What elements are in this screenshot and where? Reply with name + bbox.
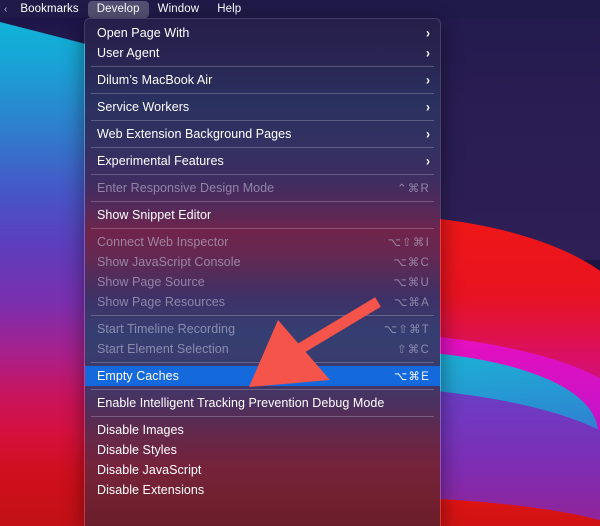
menu-item-open-page-with[interactable]: Open Page With › (85, 23, 440, 43)
menu-item-enable-intelligent-tracking-prevention-debug-mode[interactable]: Enable Intelligent Tracking Prevention D… (85, 393, 440, 413)
menu-item-label: Disable Images (97, 423, 184, 437)
chevron-right-icon: › (426, 44, 430, 62)
develop-dropdown-menu: Open Page With › User Agent › Dilum’s MacBoo… (84, 18, 441, 526)
menu-items-container: Open Page With › User Agent › Dilum’s MacBoo… (85, 19, 440, 500)
menu-separator (91, 174, 434, 175)
menu-item-label: Show Page Resources (97, 295, 226, 309)
chevron-right-icon: › (426, 98, 430, 116)
menubar-item-window[interactable]: Window (149, 1, 209, 18)
menu-item-enter-responsive-design-mode: Enter Responsive Design Mode ⌃⌘R (85, 178, 440, 198)
menu-separator (91, 228, 434, 229)
menu-item-start-timeline-recording: Start Timeline Recording ⌥⇧⌘T (85, 319, 440, 339)
menu-separator (91, 93, 434, 94)
menu-item-disable-images[interactable]: Disable Images (85, 420, 440, 440)
menu-separator (91, 147, 434, 148)
menu-item-label: Empty Caches (97, 369, 179, 383)
menu-item-shortcut: ⌥⌘E (393, 371, 430, 383)
menu-separator (91, 120, 434, 121)
menu-item-label: Show Snippet Editor (97, 208, 212, 222)
menu-item-label: Service Workers (97, 100, 190, 114)
chevron-right-icon: › (426, 152, 430, 170)
menu-item-label: Disable Extensions (97, 483, 205, 497)
menu-item-service-workers[interactable]: Service Workers › (85, 97, 440, 117)
screenshot-root: ‹ Bookmarks Develop Window Help Open Pag… (0, 0, 600, 526)
menu-item-label: Open Page With (97, 26, 190, 40)
wallpaper-left-panel (0, 18, 86, 526)
menu-item-label: Start Element Selection (97, 342, 229, 356)
menu-item-shortcut: ⌥⇧⌘T (383, 324, 430, 336)
menu-item-disable-styles[interactable]: Disable Styles (85, 440, 440, 460)
menu-separator (91, 66, 434, 67)
menu-item-label: Dilum’s MacBook Air (97, 73, 213, 87)
menu-item-empty-caches[interactable]: Empty Caches ⌥⌘E (85, 366, 440, 386)
menu-item-shortcut: ⌥⌘C (393, 257, 430, 269)
menu-item-label: Enter Responsive Design Mode (97, 181, 275, 195)
menu-item-label: User Agent (97, 46, 160, 60)
menu-item-label: Show JavaScript Console (97, 255, 241, 269)
menu-item-shortcut: ⌥⌘A (393, 297, 430, 309)
menu-separator (91, 362, 434, 363)
menu-bar: ‹ Bookmarks Develop Window Help (0, 0, 600, 18)
menu-item-label: Web Extension Background Pages (97, 127, 292, 141)
menu-separator (91, 201, 434, 202)
menu-item-disable-javascript[interactable]: Disable JavaScript (85, 460, 440, 480)
menu-item-show-page-resources: Show Page Resources ⌥⌘A (85, 292, 440, 312)
menu-item-connect-web-inspector: Connect Web Inspector ⌥⇧⌘I (85, 232, 440, 252)
menu-item-label: Show Page Source (97, 275, 205, 289)
menu-separator (91, 416, 434, 417)
chevron-right-icon: › (426, 24, 430, 42)
menubar-item-bookmarks[interactable]: Bookmarks (11, 1, 87, 18)
menu-item-label: Disable Styles (97, 443, 177, 457)
menu-item-web-extension-background-pages[interactable]: Web Extension Background Pages › (85, 124, 440, 144)
menu-item-label: Enable Intelligent Tracking Prevention D… (97, 396, 385, 410)
menu-separator (91, 315, 434, 316)
chevron-left-icon: ‹ (4, 3, 8, 15)
menu-item-dilum-s-macbook-air[interactable]: Dilum’s MacBook Air › (85, 70, 440, 90)
menu-item-start-element-selection: Start Element Selection ⇧⌘C (85, 339, 440, 359)
chevron-right-icon: › (426, 71, 430, 89)
menu-item-user-agent[interactable]: User Agent › (85, 43, 440, 63)
menubar-item-help[interactable]: Help (208, 1, 250, 18)
menu-item-experimental-features[interactable]: Experimental Features › (85, 151, 440, 171)
menu-item-show-javascript-console: Show JavaScript Console ⌥⌘C (85, 252, 440, 272)
menu-item-show-snippet-editor[interactable]: Show Snippet Editor (85, 205, 440, 225)
menubar-item-develop[interactable]: Develop (87, 0, 149, 18)
menu-item-label: Disable JavaScript (97, 463, 202, 477)
menu-item-disable-extensions[interactable]: Disable Extensions (85, 480, 440, 500)
menu-item-shortcut: ⌃⌘R (396, 183, 430, 195)
menu-item-shortcut: ⇧⌘C (396, 344, 430, 356)
chevron-right-icon: › (426, 125, 430, 143)
menu-item-label: Start Timeline Recording (97, 322, 236, 336)
menu-item-label: Experimental Features (97, 154, 224, 168)
menu-item-label: Connect Web Inspector (97, 235, 229, 249)
menu-item-shortcut: ⌥⇧⌘I (387, 237, 430, 249)
menu-separator (91, 389, 434, 390)
menu-item-show-page-source: Show Page Source ⌥⌘U (85, 272, 440, 292)
menu-item-shortcut: ⌥⌘U (393, 277, 430, 289)
